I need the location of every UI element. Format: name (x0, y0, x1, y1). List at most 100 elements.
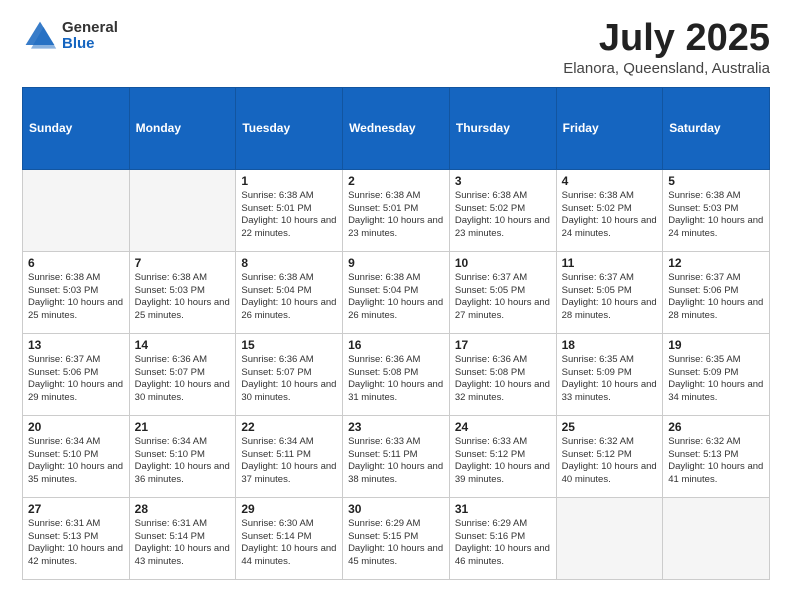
day-number: 19 (668, 338, 764, 352)
day-number: 10 (455, 256, 551, 270)
day-number: 22 (241, 420, 337, 434)
calendar-cell: 19 Sunrise: 6:35 AM Sunset: 5:09 PM Dayli… (663, 333, 770, 415)
day-info: Sunrise: 6:36 AM Sunset: 5:07 PM Dayligh… (241, 354, 337, 405)
calendar-cell: 3Sunrise: 6:38 AM Sunset: 5:02 PM Daylig… (449, 169, 556, 251)
calendar-cell: 9 Sunrise: 6:38 AM Sunset: 5:04 PM Daylig… (343, 251, 450, 333)
day-info: Sunrise: 6:32 AM Sunset: 5:12 PM Dayligh… (562, 436, 658, 487)
weekday-header-thursday: Thursday (449, 87, 556, 169)
location: Elanora, Queensland, Australia (563, 60, 770, 77)
day-info: Sunrise: 6:33 AM Sunset: 5:12 PM Dayligh… (455, 436, 551, 487)
calendar-cell: 14 Sunrise: 6:36 AM Sunset: 5:07 PM Dayli… (129, 333, 236, 415)
calendar-cell: 10 Sunrise: 6:37 AM Sunset: 5:05 PM Dayli… (449, 251, 556, 333)
month-year: July 2025 (563, 18, 770, 60)
day-number: 13 (28, 338, 124, 352)
day-info: Sunrise: 6:38 AM Sunset: 5:04 PM Dayligh… (348, 272, 444, 323)
day-number: 24 (455, 420, 551, 434)
day-info: Sunrise: 6:37 AM Sunset: 5:06 PM Dayligh… (28, 354, 124, 405)
calendar-cell: 6Sunrise: 6:38 AM Sunset: 5:03 PM Daylig… (23, 251, 130, 333)
logo-general-text: General (62, 20, 118, 37)
calendar-cell: 22Sunrise: 6:34 AM Sunset: 5:11 PM Dayli… (236, 415, 343, 497)
calendar-cell: 31 Sunrise: 6:29 AM Sunset: 5:16 PM Dayli… (449, 497, 556, 579)
day-info: Sunrise: 6:29 AM Sunset: 5:15 PM Dayligh… (348, 518, 444, 569)
weekday-header-row: SundayMondayTuesdayWednesdayThursdayFrid… (23, 87, 770, 169)
day-number: 28 (135, 502, 231, 516)
day-info: Sunrise: 6:35 AM Sunset: 5:09 PM Dayligh… (668, 354, 764, 405)
day-info: Sunrise: 6:33 AM Sunset: 5:11 PM Dayligh… (348, 436, 444, 487)
calendar-cell: 20 Sunrise: 6:34 AM Sunset: 5:10 PM Dayli… (23, 415, 130, 497)
calendar-week-1: 1 Sunrise: 6:38 AM Sunset: 5:01 PM Daylig… (23, 169, 770, 251)
calendar-cell (663, 497, 770, 579)
logo-blue-text: Blue (62, 36, 118, 53)
day-number: 27 (28, 502, 124, 516)
day-info: Sunrise: 6:38 AM Sunset: 5:02 PM Dayligh… (562, 190, 658, 241)
day-info: Sunrise: 6:38 AM Sunset: 5:04 PM Dayligh… (241, 272, 337, 323)
calendar-cell: 5Sunrise: 6:38 AM Sunset: 5:03 PM Daylig… (663, 169, 770, 251)
calendar-week-5: 27 Sunrise: 6:31 AM Sunset: 5:13 PM Dayli… (23, 497, 770, 579)
calendar-cell: 8 Sunrise: 6:38 AM Sunset: 5:04 PM Daylig… (236, 251, 343, 333)
day-info: Sunrise: 6:30 AM Sunset: 5:14 PM Dayligh… (241, 518, 337, 569)
calendar-cell: 2 Sunrise: 6:38 AM Sunset: 5:01 PM Daylig… (343, 169, 450, 251)
day-info: Sunrise: 6:38 AM Sunset: 5:01 PM Dayligh… (241, 190, 337, 241)
day-info: Sunrise: 6:38 AM Sunset: 5:03 PM Dayligh… (135, 272, 231, 323)
day-info: Sunrise: 6:36 AM Sunset: 5:08 PM Dayligh… (455, 354, 551, 405)
calendar-cell: 24 Sunrise: 6:33 AM Sunset: 5:12 PM Dayli… (449, 415, 556, 497)
calendar-cell: 11Sunrise: 6:37 AM Sunset: 5:05 PM Dayli… (556, 251, 663, 333)
day-info: Sunrise: 6:38 AM Sunset: 5:02 PM Dayligh… (455, 190, 551, 241)
day-number: 16 (348, 338, 444, 352)
calendar-cell: 15Sunrise: 6:36 AM Sunset: 5:07 PM Dayli… (236, 333, 343, 415)
weekday-header-friday: Friday (556, 87, 663, 169)
day-number: 29 (241, 502, 337, 516)
day-number: 9 (348, 256, 444, 270)
day-info: Sunrise: 6:37 AM Sunset: 5:06 PM Dayligh… (668, 272, 764, 323)
day-info: Sunrise: 6:31 AM Sunset: 5:13 PM Dayligh… (28, 518, 124, 569)
day-number: 8 (241, 256, 337, 270)
day-number: 1 (241, 174, 337, 188)
day-info: Sunrise: 6:34 AM Sunset: 5:10 PM Dayligh… (28, 436, 124, 487)
calendar-cell: 28Sunrise: 6:31 AM Sunset: 5:14 PM Dayli… (129, 497, 236, 579)
day-info: Sunrise: 6:36 AM Sunset: 5:08 PM Dayligh… (348, 354, 444, 405)
day-number: 21 (135, 420, 231, 434)
day-number: 18 (562, 338, 658, 352)
day-info: Sunrise: 6:37 AM Sunset: 5:05 PM Dayligh… (455, 272, 551, 323)
day-info: Sunrise: 6:34 AM Sunset: 5:10 PM Dayligh… (135, 436, 231, 487)
day-number: 31 (455, 502, 551, 516)
weekday-header-wednesday: Wednesday (343, 87, 450, 169)
calendar-cell (23, 169, 130, 251)
day-info: Sunrise: 6:38 AM Sunset: 5:03 PM Dayligh… (28, 272, 124, 323)
calendar-cell: 17 Sunrise: 6:36 AM Sunset: 5:08 PM Dayli… (449, 333, 556, 415)
calendar-cell: 27 Sunrise: 6:31 AM Sunset: 5:13 PM Dayli… (23, 497, 130, 579)
calendar-cell: 23Sunrise: 6:33 AM Sunset: 5:11 PM Dayli… (343, 415, 450, 497)
day-number: 5 (668, 174, 764, 188)
calendar-week-4: 20 Sunrise: 6:34 AM Sunset: 5:10 PM Dayli… (23, 415, 770, 497)
calendar-cell: 16 Sunrise: 6:36 AM Sunset: 5:08 PM Dayli… (343, 333, 450, 415)
day-number: 2 (348, 174, 444, 188)
day-number: 30 (348, 502, 444, 516)
calendar-cell: 13 Sunrise: 6:37 AM Sunset: 5:06 PM Dayli… (23, 333, 130, 415)
calendar-cell: 1 Sunrise: 6:38 AM Sunset: 5:01 PM Daylig… (236, 169, 343, 251)
calendar-cell (556, 497, 663, 579)
calendar-cell: 30 Sunrise: 6:29 AM Sunset: 5:15 PM Dayli… (343, 497, 450, 579)
title-block: July 2025 Elanora, Queensland, Australia (563, 18, 770, 77)
day-info: Sunrise: 6:29 AM Sunset: 5:16 PM Dayligh… (455, 518, 551, 569)
day-number: 17 (455, 338, 551, 352)
calendar-cell: 7 Sunrise: 6:38 AM Sunset: 5:03 PM Daylig… (129, 251, 236, 333)
calendar-cell: 29 Sunrise: 6:30 AM Sunset: 5:14 PM Dayli… (236, 497, 343, 579)
header: General Blue July 2025 Elanora, Queensla… (22, 18, 770, 77)
calendar-week-3: 13 Sunrise: 6:37 AM Sunset: 5:06 PM Dayli… (23, 333, 770, 415)
day-info: Sunrise: 6:38 AM Sunset: 5:01 PM Dayligh… (348, 190, 444, 241)
calendar-cell: 25Sunrise: 6:32 AM Sunset: 5:12 PM Dayli… (556, 415, 663, 497)
weekday-header-monday: Monday (129, 87, 236, 169)
day-number: 7 (135, 256, 231, 270)
day-info: Sunrise: 6:37 AM Sunset: 5:05 PM Dayligh… (562, 272, 658, 323)
logo-text: General Blue (62, 20, 118, 53)
calendar-cell: 21 Sunrise: 6:34 AM Sunset: 5:10 PM Dayli… (129, 415, 236, 497)
day-number: 20 (28, 420, 124, 434)
calendar-cell: 26Sunrise: 6:32 AM Sunset: 5:13 PM Dayli… (663, 415, 770, 497)
weekday-header-tuesday: Tuesday (236, 87, 343, 169)
day-number: 4 (562, 174, 658, 188)
day-info: Sunrise: 6:32 AM Sunset: 5:13 PM Dayligh… (668, 436, 764, 487)
day-info: Sunrise: 6:36 AM Sunset: 5:07 PM Dayligh… (135, 354, 231, 405)
weekday-header-sunday: Sunday (23, 87, 130, 169)
day-number: 14 (135, 338, 231, 352)
weekday-header-saturday: Saturday (663, 87, 770, 169)
